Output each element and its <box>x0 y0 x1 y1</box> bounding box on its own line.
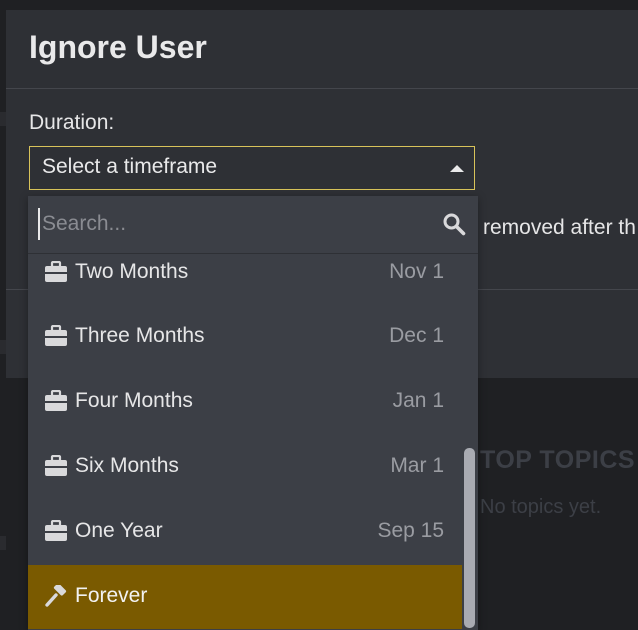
top-topics-empty-text: No topics yet. <box>480 496 602 518</box>
dropdown-scrollbar-thumb[interactable] <box>464 448 475 628</box>
option-date: Jan 1 <box>392 389 444 412</box>
page: TOP TOPICS No topics yet. Ignore User Du… <box>0 0 638 630</box>
top-topics-heading: TOP TOPICS <box>480 446 636 474</box>
option-four-months[interactable]: Four Months Jan 1 <box>28 370 462 434</box>
caret-up-icon <box>450 165 464 172</box>
option-label: Forever <box>75 584 148 607</box>
option-label: Four Months <box>75 389 193 412</box>
search-icon[interactable] <box>442 212 466 236</box>
background-edge <box>0 536 6 550</box>
ignore-note-text: removed after th <box>483 216 636 239</box>
option-label: One Year <box>75 519 163 542</box>
modal-header: Ignore User <box>6 10 638 89</box>
timeframe-dropdown: Two Months Nov 1 Three Months Dec 1 Fo <box>28 196 478 630</box>
briefcase-icon <box>45 390 67 411</box>
option-one-year[interactable]: One Year Sep 15 <box>28 500 462 564</box>
option-two-months[interactable]: Two Months Nov 1 <box>28 241 462 305</box>
duration-label: Duration: <box>29 111 115 134</box>
option-date: Nov 1 <box>389 260 444 283</box>
briefcase-icon <box>45 520 67 541</box>
option-date: Mar 1 <box>390 454 444 477</box>
dropdown-search-input[interactable] <box>38 208 422 240</box>
duration-select[interactable]: Select a timeframe <box>29 146 475 190</box>
option-label: Two Months <box>75 260 189 283</box>
briefcase-icon <box>45 455 67 476</box>
briefcase-icon <box>45 261 67 282</box>
option-label: Three Months <box>75 324 205 347</box>
modal-title: Ignore User <box>29 29 207 65</box>
duration-select-value: Select a timeframe <box>42 155 218 178</box>
dropdown-options: Two Months Nov 1 Three Months Dec 1 Four… <box>28 254 462 630</box>
option-six-months[interactable]: Six Months Mar 1 <box>28 435 462 499</box>
briefcase-icon <box>45 325 67 346</box>
option-date: Dec 1 <box>389 324 444 347</box>
option-label: Six Months <box>75 454 179 477</box>
option-three-months[interactable]: Three Months Dec 1 <box>28 305 462 369</box>
gavel-icon <box>45 585 67 607</box>
option-forever[interactable]: Forever <box>28 565 462 629</box>
option-date: Sep 15 <box>377 519 444 542</box>
